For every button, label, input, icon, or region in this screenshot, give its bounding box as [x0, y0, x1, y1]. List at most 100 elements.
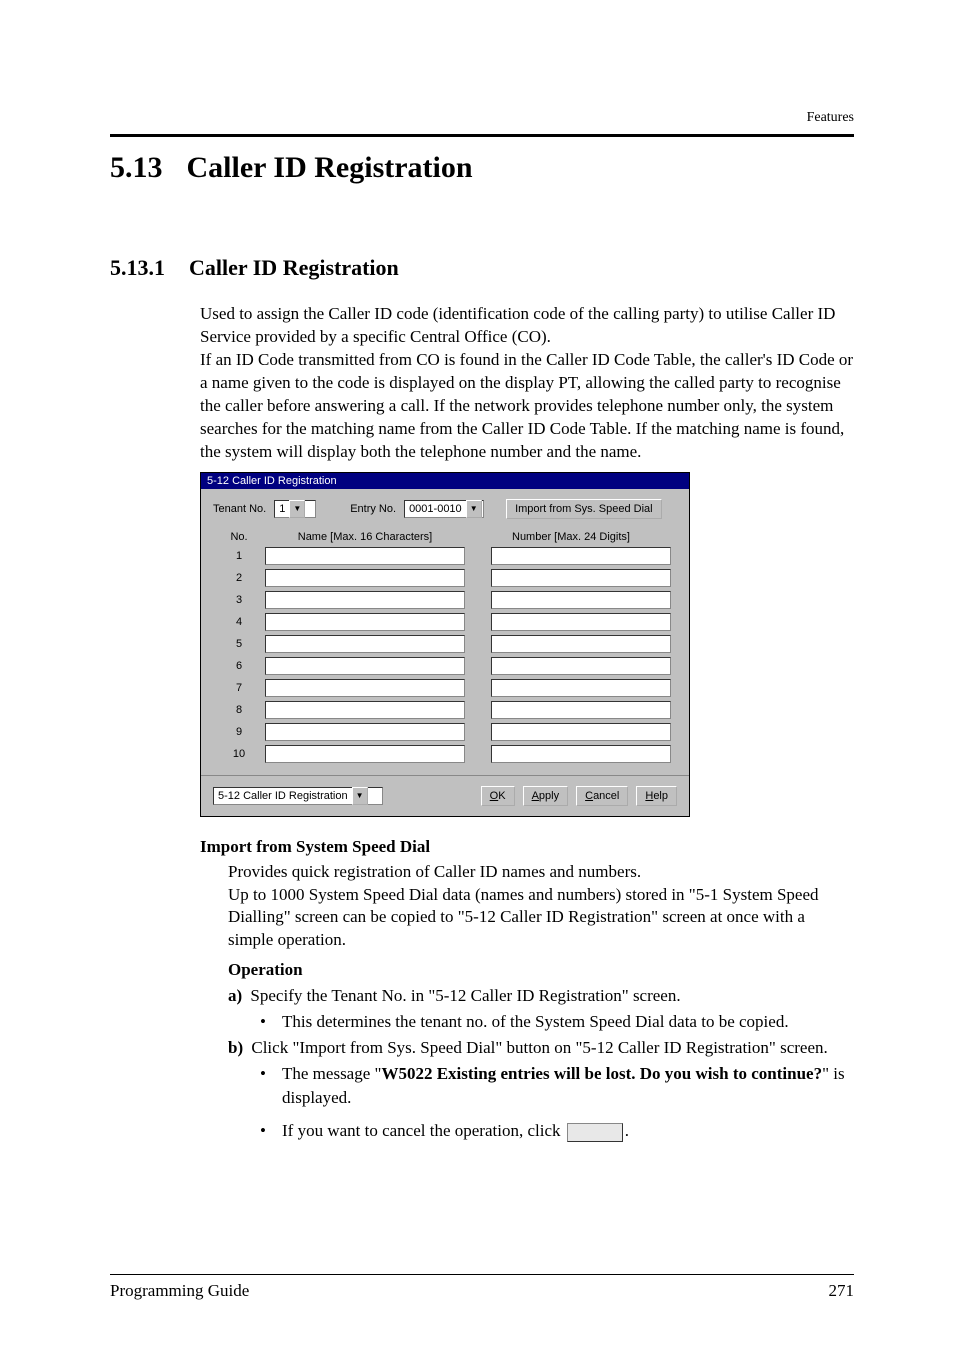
dialog-titlebar: 5-12 Caller ID Registration — [201, 473, 689, 489]
number-input[interactable] — [491, 679, 671, 697]
row-number: 1 — [213, 550, 265, 562]
row-number: 4 — [213, 616, 265, 628]
tenant-value: 1 — [279, 503, 287, 515]
help-button[interactable]: Help — [636, 786, 677, 806]
table-row: 3 — [213, 591, 677, 609]
row-number: 6 — [213, 660, 265, 672]
number-input[interactable] — [491, 657, 671, 675]
step-b: b) Click "Import from Sys. Speed Dial" b… — [228, 1036, 854, 1060]
name-input[interactable] — [265, 613, 465, 631]
note1-pre: The message " — [282, 1064, 381, 1083]
entry-value: 0001-0010 — [409, 503, 464, 515]
row-number: 7 — [213, 682, 265, 694]
step-b-note1: • The message "W5022 Existing entries wi… — [260, 1062, 854, 1110]
footer-left: Programming Guide — [110, 1281, 249, 1301]
number-input[interactable] — [491, 591, 671, 609]
import-heading: Import from System Speed Dial — [200, 837, 854, 857]
inline-button-placeholder — [567, 1123, 623, 1142]
intro-paragraph: Used to assign the Caller ID code (ident… — [200, 303, 854, 464]
chevron-down-icon: ▼ — [352, 787, 368, 805]
operation-heading: Operation — [228, 960, 854, 980]
name-input[interactable] — [265, 745, 465, 763]
name-input[interactable] — [265, 591, 465, 609]
number-input[interactable] — [491, 635, 671, 653]
table-body: 1 2 3 4 5 6 7 8 9 10 — [201, 547, 689, 775]
name-input[interactable] — [265, 547, 465, 565]
apply-button[interactable]: Apply — [523, 786, 569, 806]
number-input[interactable] — [491, 547, 671, 565]
table-row: 8 — [213, 701, 677, 719]
nav-value: 5-12 Caller ID Registration — [218, 790, 350, 802]
page-footer: Programming Guide 271 — [110, 1274, 854, 1301]
import-p2: Up to 1000 System Speed Dial data (names… — [228, 884, 854, 953]
table-row: 1 — [213, 547, 677, 565]
dialog-toolbar: Tenant No. 1 ▼ Entry No. 0001-0010 ▼ Imp… — [201, 489, 689, 525]
row-number: 5 — [213, 638, 265, 650]
name-input[interactable] — [265, 723, 465, 741]
table-row: 2 — [213, 569, 677, 587]
step-b-label: b) — [228, 1038, 243, 1057]
table-row: 7 — [213, 679, 677, 697]
table-row: 6 — [213, 657, 677, 675]
name-input[interactable] — [265, 569, 465, 587]
table-row: 5 — [213, 635, 677, 653]
chevron-down-icon: ▼ — [466, 500, 482, 518]
table-row: 4 — [213, 613, 677, 631]
table-row: 9 — [213, 723, 677, 741]
cancel-button[interactable]: Cancel — [576, 786, 628, 806]
number-input[interactable] — [491, 569, 671, 587]
step-b-note2-text: If you want to cancel the operation, cli… — [282, 1119, 629, 1143]
ok-button[interactable]: OK — [481, 786, 515, 806]
number-input[interactable] — [491, 745, 671, 763]
number-input[interactable] — [491, 701, 671, 719]
step-a: a) Specify the Tenant No. in "5-12 Calle… — [228, 984, 854, 1008]
row-number: 2 — [213, 572, 265, 584]
bullet-icon: • — [260, 1010, 282, 1034]
entry-label: Entry No. — [350, 503, 396, 515]
table-row: 10 — [213, 745, 677, 763]
section-name: Caller ID Registration — [187, 151, 473, 185]
dialog-footer: 5-12 Caller ID Registration ▼ OK Apply C… — [201, 775, 689, 816]
row-number: 3 — [213, 594, 265, 606]
import-button[interactable]: Import from Sys. Speed Dial — [506, 499, 662, 519]
row-number: 9 — [213, 726, 265, 738]
name-input[interactable] — [265, 679, 465, 697]
number-input[interactable] — [491, 613, 671, 631]
table-header: No. Name [Max. 16 Characters] Number [Ma… — [201, 525, 689, 547]
entry-select[interactable]: 0001-0010 ▼ — [404, 500, 484, 518]
step-a-note-text: This determines the tenant no. of the Sy… — [282, 1010, 789, 1034]
step-a-note: • This determines the tenant no. of the … — [260, 1010, 854, 1034]
tenant-select[interactable]: 1 ▼ — [274, 500, 316, 518]
note1-bold: W5022 Existing entries will be lost. Do … — [381, 1064, 822, 1083]
row-number: 8 — [213, 704, 265, 716]
bullet-icon: • — [260, 1062, 282, 1110]
section-number: 5.13 — [110, 151, 163, 185]
note2-post: . — [625, 1121, 629, 1140]
name-input[interactable] — [265, 635, 465, 653]
import-p1: Provides quick registration of Caller ID… — [228, 861, 854, 884]
step-b-note2: • If you want to cancel the operation, c… — [260, 1119, 854, 1143]
subsection-number: 5.13.1 — [110, 255, 165, 281]
divider-bottom — [110, 1274, 854, 1275]
caller-id-dialog: 5-12 Caller ID Registration Tenant No. 1… — [200, 472, 690, 817]
name-input[interactable] — [265, 701, 465, 719]
number-input[interactable] — [491, 723, 671, 741]
header-category: Features — [110, 110, 854, 126]
footer-right: 271 — [829, 1281, 855, 1301]
col-no: No. — [213, 531, 265, 543]
step-a-text: Specify the Tenant No. in "5-12 Caller I… — [250, 986, 680, 1005]
step-a-label: a) — [228, 986, 242, 1005]
tenant-label: Tenant No. — [213, 503, 266, 515]
section-title: 5.13 Caller ID Registration — [110, 151, 854, 185]
col-name: Name [Max. 16 Characters] — [265, 531, 465, 543]
nav-select[interactable]: 5-12 Caller ID Registration ▼ — [213, 787, 383, 805]
bullet-icon: • — [260, 1119, 282, 1143]
step-b-text: Click "Import from Sys. Speed Dial" butt… — [251, 1038, 827, 1057]
subsection-title: 5.13.1 Caller ID Registration — [110, 255, 854, 281]
divider-top — [110, 134, 854, 137]
chevron-down-icon: ▼ — [289, 500, 305, 518]
subsection-name: Caller ID Registration — [189, 255, 399, 281]
name-input[interactable] — [265, 657, 465, 675]
col-number: Number [Max. 24 Digits] — [465, 531, 677, 543]
row-number: 10 — [213, 748, 265, 760]
